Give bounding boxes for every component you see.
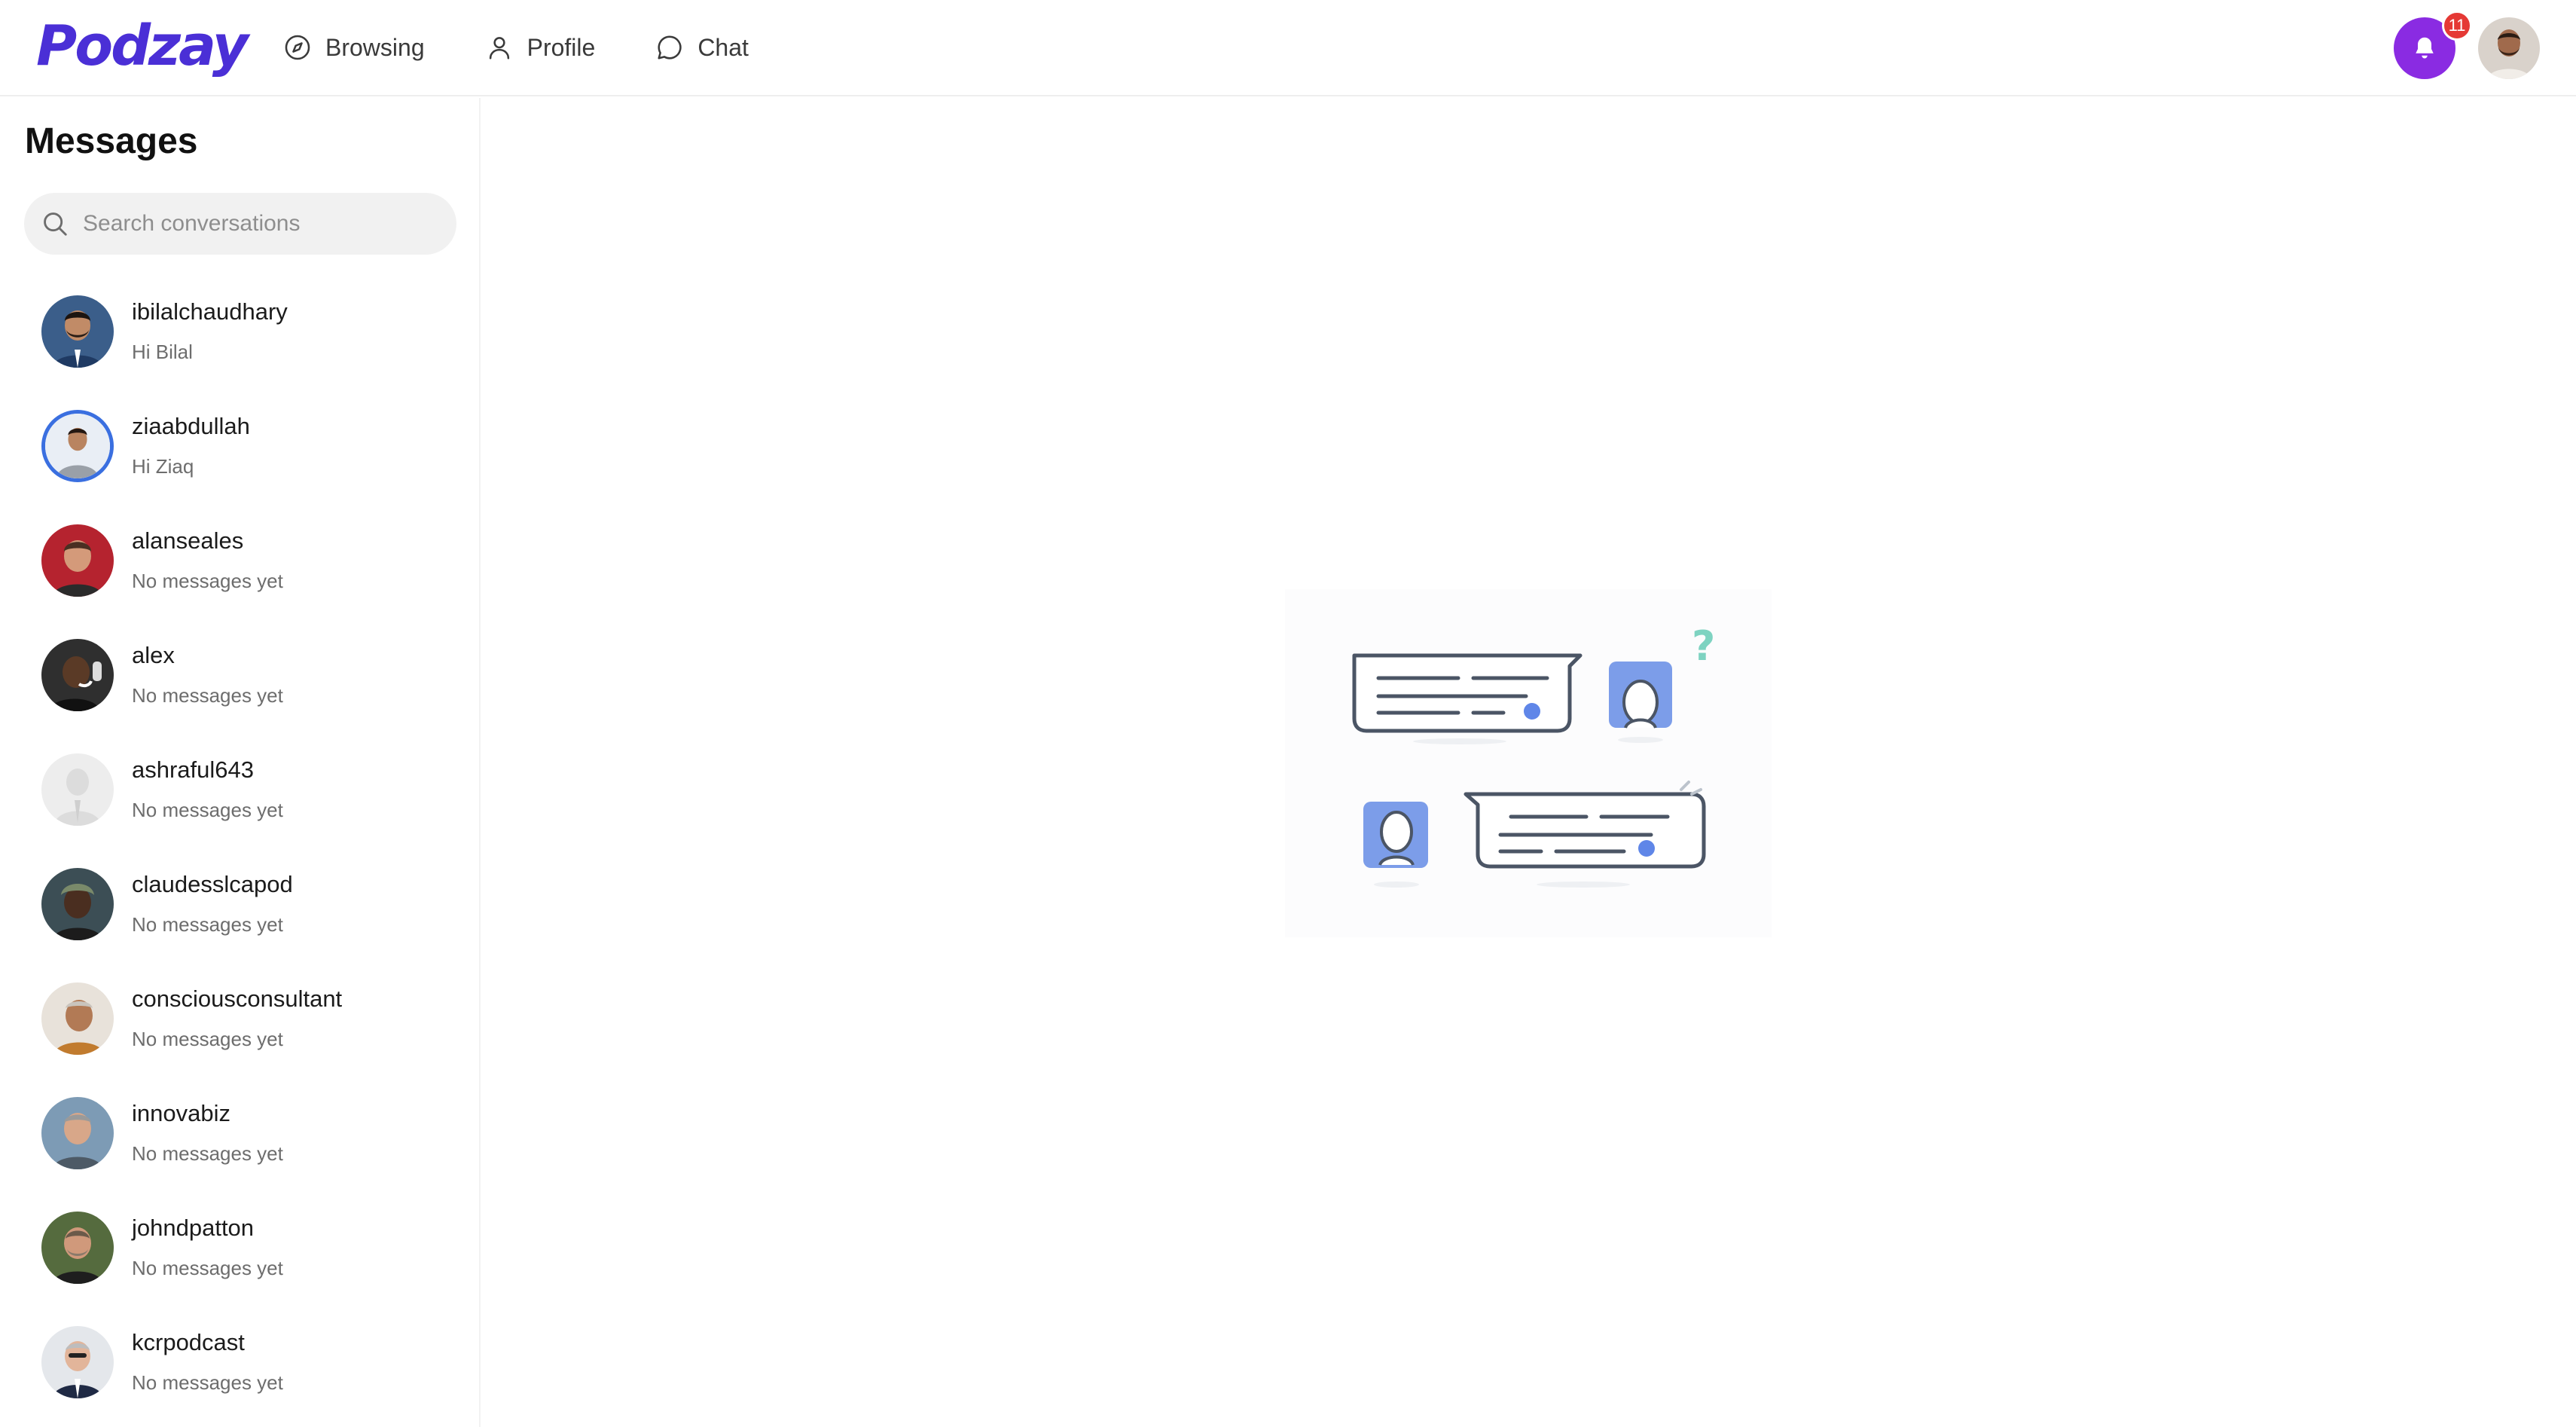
- svg-text:?: ?: [1692, 622, 1715, 670]
- nav-browsing[interactable]: Browsing: [283, 33, 425, 62]
- conversation-preview: No messages yet: [132, 913, 283, 936]
- avatar: [41, 524, 114, 597]
- avatar: [41, 410, 114, 482]
- conversation-preview: No messages yet: [132, 684, 283, 707]
- search-bar: [24, 193, 456, 255]
- nav-profile[interactable]: Profile: [485, 33, 596, 62]
- conversation-item[interactable]: innovabiz No messages yet: [0, 1079, 479, 1193]
- avatar: [41, 1212, 114, 1284]
- avatar: [41, 1097, 114, 1169]
- conversation-preview: No messages yet: [132, 1371, 283, 1394]
- avatar: [41, 295, 114, 368]
- conversation-item[interactable]: ziaabdullah Hi Ziaq: [0, 392, 479, 506]
- conversation-preview: No messages yet: [132, 1257, 283, 1279]
- nav-chat[interactable]: Chat: [655, 33, 749, 62]
- conversation-item[interactable]: ashraful643 No messages yet: [0, 735, 479, 850]
- conversation-preview: Hi Ziaq: [132, 455, 194, 478]
- conversation-preview: No messages yet: [132, 1028, 283, 1050]
- search-input[interactable]: [83, 193, 444, 255]
- avatar: [41, 868, 114, 940]
- nav-chat-label: Chat: [697, 33, 749, 61]
- search-icon: [44, 212, 67, 236]
- compass-icon: [285, 35, 310, 60]
- conversation-item[interactable]: consciousconsultant No messages yet: [0, 964, 479, 1079]
- chat-bubble-icon: [658, 35, 682, 60]
- conversation-item[interactable]: alanseales No messages yet: [0, 506, 479, 621]
- conversation-item[interactable]: johndpatton No messages yet: [0, 1193, 479, 1308]
- empty-chat-illustration: ?: [1285, 589, 1772, 937]
- nav-profile-label: Profile: [526, 33, 596, 61]
- main-nav: Browsing Profile Chat: [283, 23, 749, 72]
- conversation-name: kcrpodcast: [132, 1329, 245, 1355]
- page-title: Messages: [25, 121, 198, 161]
- user-icon: [489, 37, 509, 60]
- avatar: [41, 982, 114, 1055]
- avatar: [41, 639, 114, 711]
- conversation-item[interactable]: alex No messages yet: [0, 621, 479, 735]
- notification-count-badge: 11: [2442, 11, 2472, 41]
- top-navigation-bar: Podzay Browsing Profile Chat 11: [0, 0, 2576, 96]
- conversations-sidebar: Messages ibilalchaudhary Hi Bilal ziaabd…: [0, 98, 481, 1427]
- conversation-preview: Hi Bilal: [132, 341, 193, 363]
- nav-browsing-label: Browsing: [325, 33, 425, 61]
- conversation-name: ashraful643: [132, 756, 255, 783]
- conversation-item[interactable]: ibilalchaudhary Hi Bilal: [0, 277, 479, 392]
- conversation-name: alanseales: [132, 527, 244, 554]
- conversation-name: consciousconsultant: [132, 985, 343, 1012]
- bell-icon: [2416, 37, 2434, 59]
- podzay-logo[interactable]: Podzay: [36, 12, 249, 80]
- conversation-name: ziaabdullah: [132, 413, 250, 439]
- conversation-item[interactable]: kcrpodcast No messages yet: [0, 1308, 479, 1422]
- conversation-name: ibilalchaudhary: [132, 298, 288, 325]
- conversation-name: alex: [132, 642, 175, 668]
- chat-main-area: ?: [482, 98, 2576, 1427]
- conversation-preview: No messages yet: [132, 1142, 283, 1165]
- conversation-name: claudesslcapod: [132, 871, 293, 897]
- conversation-item[interactable]: claudesslcapod No messages yet: [0, 850, 479, 964]
- avatar: [41, 753, 114, 826]
- conversation-preview: No messages yet: [132, 799, 283, 821]
- conversation-name: johndpatton: [132, 1215, 255, 1241]
- conversation-name: innovabiz: [132, 1100, 230, 1126]
- conversation-list: ibilalchaudhary Hi Bilal ziaabdullah Hi …: [0, 277, 479, 1422]
- conversation-preview: No messages yet: [132, 570, 283, 592]
- avatar: [41, 1326, 114, 1398]
- user-avatar[interactable]: [2478, 17, 2540, 79]
